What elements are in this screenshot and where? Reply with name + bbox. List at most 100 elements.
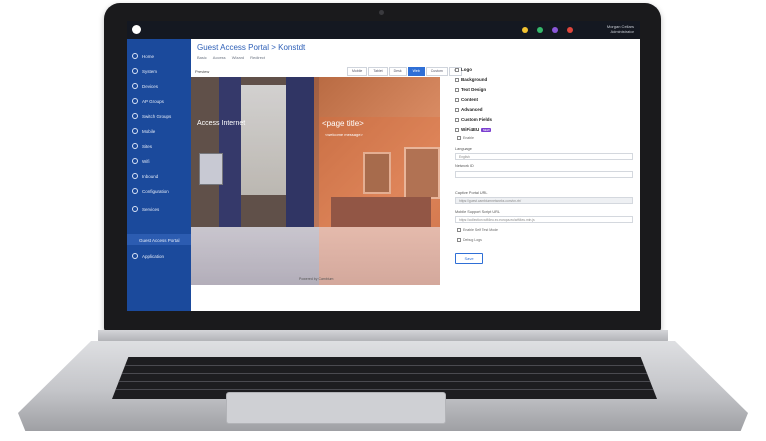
sidebar-item-ap-groups[interactable]: AP Groups [132, 96, 164, 106]
tab-bar: Basic Access Wizard Redirect [197, 55, 265, 60]
enable-checkbox[interactable]: Enable [457, 136, 474, 140]
expand-icon [455, 67, 459, 72]
notification-purple-icon[interactable] [552, 27, 558, 33]
portal-preview: Access Internet <page title> <welcome me… [191, 77, 440, 285]
section-custom-fields[interactable]: Custom Fields [455, 117, 492, 122]
screen: Morgan Cellars Administrator Home System… [127, 21, 640, 311]
sidebar: Home System Devices AP Groups Switch Gro… [127, 39, 191, 311]
sidebar-item-label: Application [142, 253, 165, 259]
sidebar-item-home[interactable]: Home [132, 51, 154, 61]
sidebar-item-wifi[interactable]: Wifi [132, 156, 150, 166]
sidebar-item-label: Devices [142, 83, 159, 89]
new-badge: NEW [481, 127, 492, 132]
preview-device-buttons: Mobile Tablet Desk Web Custom ✎ [347, 67, 462, 76]
checkbox-label: Enable [463, 136, 474, 140]
sidebar-item-label: Inbound [142, 173, 159, 179]
preview-label: Preview [195, 69, 210, 74]
preview-overlay-left [191, 77, 319, 285]
network-id-input[interactable] [455, 171, 633, 178]
save-button[interactable]: Save [455, 253, 483, 264]
sidebar-item-guest-access-portal[interactable]: Guest Access Portal [139, 235, 180, 245]
preview-desk-button[interactable]: Desk [388, 67, 407, 76]
tab-access[interactable]: Access [213, 55, 226, 60]
notification-green-icon[interactable] [537, 27, 543, 33]
section-label: Content [461, 97, 478, 102]
sidebar-item-configuration[interactable]: Configuration [132, 186, 169, 196]
tab-basic[interactable]: Basic [197, 55, 207, 60]
services-icon [132, 206, 138, 212]
switch-groups-icon [132, 113, 138, 119]
tab-wizard[interactable]: Wizard [232, 55, 244, 60]
notification-red-icon[interactable] [567, 27, 573, 33]
sidebar-item-label: Mobile [142, 128, 156, 134]
captive-portal-label: Captive Portal URL [455, 191, 488, 195]
main-panel: Guest Access Portal > Konstdt Basic Acce… [191, 39, 640, 311]
sidebar-item-mobile[interactable]: Mobile [132, 126, 155, 136]
sidebar-item-label: Home [142, 53, 155, 59]
user-menu[interactable]: Morgan Cellars Administrator [607, 24, 634, 34]
trackpad [226, 392, 446, 424]
sidebar-item-inbound[interactable]: Inbound [132, 171, 158, 181]
expand-icon [455, 77, 459, 82]
preview-custom-button[interactable]: Custom [425, 67, 448, 76]
sidebar-item-system[interactable]: System [132, 66, 157, 76]
preview-mobile-button[interactable]: Mobile [347, 67, 368, 76]
sidebar-item-label: Wifi [142, 158, 150, 164]
sidebar-item-devices[interactable]: Devices [132, 81, 158, 91]
system-icon [132, 68, 138, 74]
section-background[interactable]: Background [455, 77, 487, 82]
checkbox-label: Debug Logs [463, 238, 482, 242]
sidebar-item-label: Configuration [142, 188, 169, 194]
sidebar-item-services[interactable]: Services [132, 204, 159, 214]
captive-portal-input[interactable]: https://guest.cambiumnetworks.com/cn-rtr… [455, 197, 633, 204]
sidebar-item-switch-groups[interactable]: Switch Groups [132, 111, 171, 121]
home-icon [132, 53, 138, 59]
webcam [379, 10, 384, 15]
section-logo[interactable]: Logo [455, 67, 472, 72]
top-bar: Morgan Cellars Administrator [127, 21, 640, 39]
preview-powered-by: Powered by Cambium [299, 277, 334, 281]
user-role: Administrator [610, 29, 634, 34]
debug-logs-checkbox[interactable]: Debug Logs [457, 238, 482, 242]
section-label: Logo [461, 67, 472, 72]
app-logo[interactable] [132, 25, 141, 34]
section-label: Text Design [461, 87, 487, 92]
section-label: Background [461, 77, 488, 82]
sidebar-item-sites[interactable]: Sites [132, 141, 152, 151]
sidebar-item-label: Sites [142, 143, 153, 149]
language-select[interactable]: English [455, 153, 633, 160]
section-advanced[interactable]: Advanced [455, 107, 483, 112]
section-label: Custom Fields [461, 117, 493, 122]
self-test-checkbox[interactable]: Enable Self Test Mode [457, 228, 498, 232]
sidebar-item-application[interactable]: Application [132, 251, 164, 261]
preview-tablet-button[interactable]: Tablet [368, 67, 388, 76]
expand-icon [455, 107, 459, 112]
sidebar-item-label: System [142, 68, 158, 74]
section-label: Advanced [461, 107, 483, 112]
sidebar-item-label: Guest Access Portal [139, 237, 180, 243]
preview-web-button[interactable]: Web [407, 67, 425, 76]
section-wifi4eu[interactable]: WiFi4EU NEW [455, 127, 492, 132]
checkbox-icon [457, 238, 461, 242]
checkbox-icon [457, 228, 461, 232]
section-content[interactable]: Content [455, 97, 478, 102]
mobile-script-input[interactable]: https://collection.wifi4eu.ec.europa.eu/… [455, 216, 633, 223]
preview-welcome-message: <welcome message> [325, 132, 363, 137]
mobile-script-label: Mobile Support Script URL [455, 210, 500, 214]
page-title: Guest Access Portal > Konstdt [197, 43, 306, 52]
inbound-icon [132, 173, 138, 179]
expand-icon [455, 117, 459, 122]
network-id-label: Network ID [455, 164, 474, 168]
application-icon [132, 253, 138, 259]
preview-overlay-right [319, 117, 440, 285]
sidebar-item-label: AP Groups [142, 98, 164, 104]
tab-redirect[interactable]: Redirect [250, 55, 265, 60]
sidebar-item-label: Services [142, 206, 160, 212]
notification-yellow-icon[interactable] [522, 27, 528, 33]
devices-icon [132, 83, 138, 89]
wifi-icon [132, 158, 138, 164]
section-text-design[interactable]: Text Design [455, 87, 486, 92]
section-label: WiFi4EU [461, 127, 480, 132]
preview-access-text: Access Internet [197, 120, 246, 127]
ap-groups-icon [132, 98, 138, 104]
